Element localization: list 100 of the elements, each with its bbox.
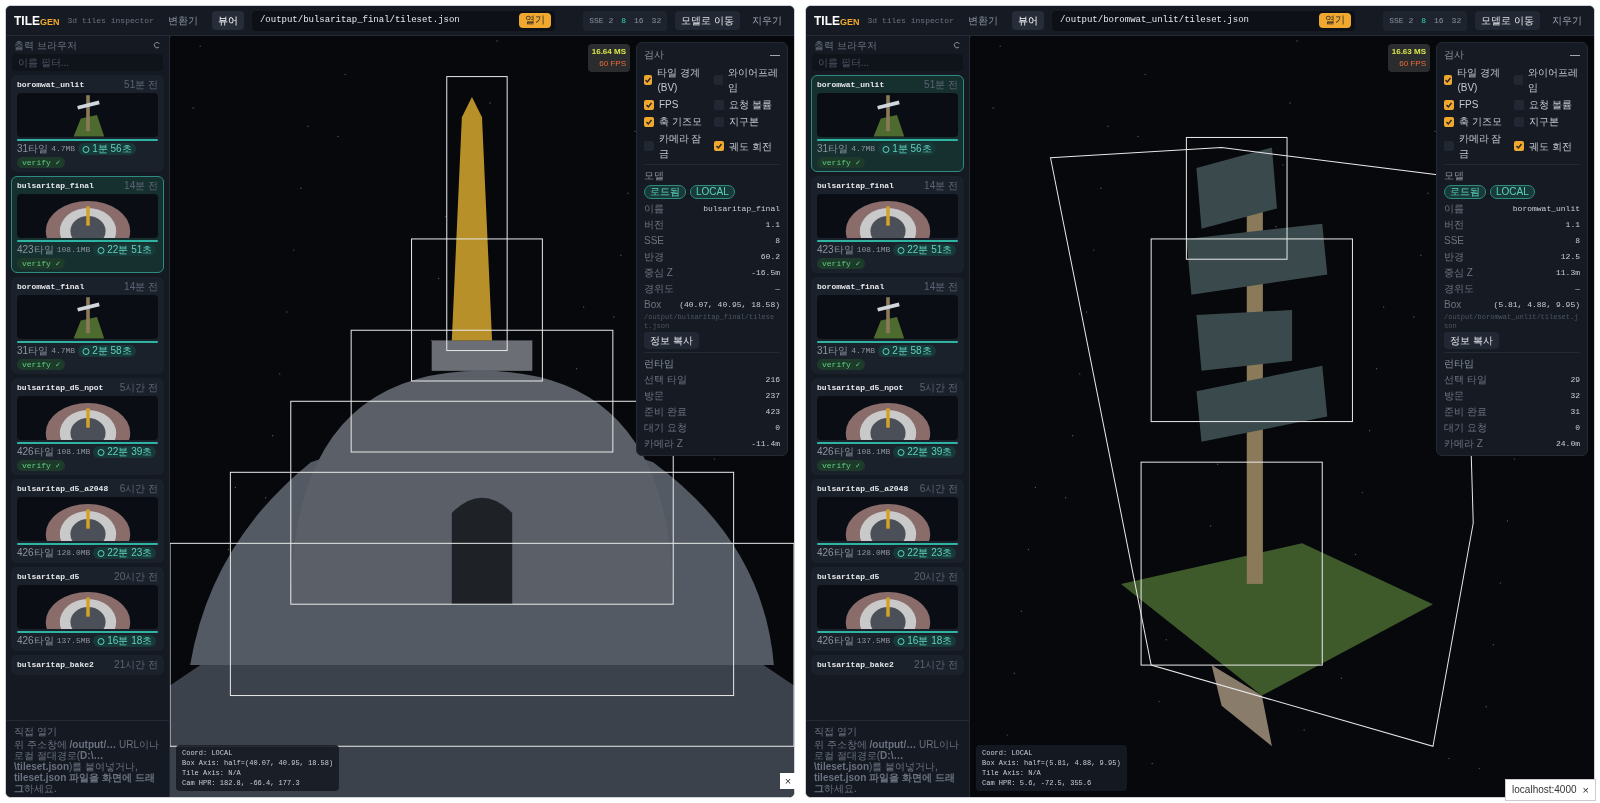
field-label: 선택 타일	[1444, 373, 1487, 387]
verify-badge: verify ✓	[17, 258, 66, 269]
output-card[interactable]: boromwat_final 14분 전 31타일 4.7MB 2분 58초 verify ✓	[11, 277, 164, 374]
option-checkbox[interactable]: 와이어프레임	[714, 65, 780, 95]
nav-tab[interactable]: 변환기	[961, 11, 1004, 30]
output-card[interactable]: bulsaritap_final 14분 전 423타일 108.1MB 22분 51초 verify ✓	[811, 176, 964, 273]
field-label: 대기 요청	[644, 421, 687, 435]
option-checkbox[interactable]: 카메라 잠금	[644, 131, 710, 161]
option-checkbox[interactable]: 지구본	[714, 114, 780, 129]
section-title: 직접 열기	[14, 725, 58, 739]
path-input[interactable]: /output/bulsaritap_final/tileset.json 열기	[251, 10, 556, 31]
output-card[interactable]: bulsaritap_final 14분 전 423타일 108.1MB 22분 51초 verify ✓	[11, 176, 164, 273]
option-checkbox[interactable]: 타일 경계(BV)	[1444, 65, 1510, 95]
close-button[interactable]: ×	[1582, 781, 1589, 798]
output-card[interactable]: boromwat_unlit 51분 전 31타일 4.7MB 1분 56초 verify ✓	[811, 75, 964, 172]
file-size: 137.5MB	[856, 635, 891, 647]
field-value: 237	[765, 389, 780, 402]
option-checkbox[interactable]: 궤도 회전	[1514, 131, 1580, 161]
option-checkbox[interactable]: FPS	[1444, 97, 1510, 112]
section-title: 모델	[644, 169, 665, 183]
output-card[interactable]: bulsaritap_bake2 21시간 전	[811, 655, 964, 675]
option-checkbox[interactable]: 와이어프레임	[1514, 65, 1580, 95]
output-age: 5시간 전	[919, 382, 958, 394]
close-button[interactable]: ×	[780, 773, 796, 789]
file-size: 128.0MB	[56, 547, 91, 559]
copy-info-button[interactable]: 정보 복사	[1444, 332, 1499, 349]
open-button[interactable]: 열기	[519, 13, 552, 28]
output-card[interactable]: bulsaritap_d5_a2048 6시간 전 426타일 128.0MB 22분 23초	[811, 479, 964, 563]
status-badge: 로드됨	[1444, 185, 1486, 199]
refresh-icon[interactable]	[153, 41, 161, 49]
option-checkbox[interactable]: 카메라 잠금	[1444, 131, 1510, 161]
file-size: 128.0MB	[856, 547, 891, 559]
output-card[interactable]: boromwat_final 14분 전 31타일 4.7MB 2분 58초 verify ✓	[811, 277, 964, 374]
file-size: 4.7MB	[51, 345, 76, 357]
file-size: 108.1MB	[856, 446, 891, 458]
collapse-button[interactable]: —	[770, 47, 780, 62]
collapse-button[interactable]: —	[1570, 47, 1580, 62]
copy-info-button[interactable]: 정보 복사	[644, 332, 699, 349]
filter-input[interactable]: 이름 필터...	[12, 54, 163, 71]
option-checkbox[interactable]: 궤도 회전	[714, 131, 780, 161]
field-value: bulsaritap_final	[703, 202, 780, 215]
duration-badge: 22분 39초	[93, 446, 157, 458]
output-card[interactable]: bulsaritap_d5 20시간 전 426타일 137.5MB 16분 18초	[811, 567, 964, 651]
field-label: 준비 완료	[644, 405, 687, 419]
duration-badge: 1분 56초	[878, 143, 936, 155]
output-name: boromwat_final	[17, 281, 85, 293]
output-card[interactable]: bulsaritap_bake2 21시간 전	[11, 655, 164, 675]
output-name: bulsaritap_bake2	[817, 659, 894, 671]
refresh-icon[interactable]	[953, 41, 961, 49]
output-card[interactable]: bulsaritap_d5 20시간 전 426타일 137.5MB 16분 18초	[11, 567, 164, 651]
duration-badge: 22분 23초	[893, 547, 957, 559]
field-label: 경위도	[644, 282, 674, 296]
sse-option[interactable]: 8	[1421, 14, 1426, 27]
clear-button[interactable]: 지우기	[1548, 13, 1586, 28]
field-value: 29	[1570, 373, 1580, 386]
field-label: Box	[1444, 298, 1462, 312]
field-value: 216	[765, 373, 780, 386]
nav-tab[interactable]: 변환기	[161, 11, 204, 30]
field-label: 방문	[1444, 389, 1464, 403]
field-label: SSE	[644, 234, 664, 248]
option-checkbox[interactable]: 지구본	[1514, 114, 1580, 129]
nav-tab[interactable]: 뷰어	[211, 11, 244, 30]
file-size: 4.7MB	[851, 143, 876, 155]
goto-model-button[interactable]: 모델로 이동	[675, 11, 740, 30]
sse-option[interactable]: 8	[621, 14, 626, 27]
option-checkbox[interactable]: 축 기즈모	[1444, 114, 1510, 129]
output-age: 6시간 전	[919, 483, 958, 495]
output-card[interactable]: boromwat_unlit 51분 전 31타일 4.7MB 1분 56초 verify ✓	[11, 75, 164, 172]
open-button[interactable]: 열기	[1319, 13, 1352, 28]
sse-option[interactable]: 16	[634, 14, 644, 27]
output-card[interactable]: bulsaritap_d5_npot 5시간 전 426타일 108.1MB 22분 39초 verify ✓	[811, 378, 964, 475]
tile-count: 31타일	[817, 345, 849, 357]
status-badge: LOCAL	[1490, 185, 1535, 199]
output-age: 14분 전	[924, 180, 958, 192]
field-value: —	[1575, 282, 1580, 295]
path-input[interactable]: /output/boromwat_unlit/tileset.json 열기	[1051, 10, 1356, 31]
brand-logo: TILEGEN	[14, 12, 60, 30]
url-tooltip: localhost:4000 ×	[1505, 778, 1596, 801]
output-card[interactable]: bulsaritap_d5_a2048 6시간 전 426타일 128.0MB 22분 23초	[11, 479, 164, 563]
file-size: 4.7MB	[51, 143, 76, 155]
field-label: 방문	[644, 389, 664, 403]
option-checkbox[interactable]: FPS	[644, 97, 710, 112]
option-checkbox[interactable]: 타일 경계(BV)	[644, 65, 710, 95]
option-checkbox[interactable]: 축 기즈모	[644, 114, 710, 129]
goto-model-button[interactable]: 모델로 이동	[1475, 11, 1540, 30]
tile-count: 426타일	[817, 635, 854, 647]
section-title: 런타임	[1444, 357, 1475, 371]
sse-option[interactable]: 32	[1451, 14, 1462, 27]
clear-button[interactable]: 지우기	[748, 13, 786, 28]
nav-tab[interactable]: 뷰어	[1011, 11, 1044, 30]
output-card[interactable]: bulsaritap_d5_npot 5시간 전 426타일 108.1MB 22분 39초 verify ✓	[11, 378, 164, 475]
option-checkbox[interactable]: 요청 볼륨	[714, 97, 780, 112]
sse-option[interactable]: 32	[651, 14, 662, 27]
field-value: 8	[1575, 234, 1580, 247]
sse-option[interactable]: 16	[1434, 14, 1444, 27]
option-checkbox[interactable]: 요청 볼륨	[1514, 97, 1580, 112]
field-label: 반경	[1444, 250, 1464, 264]
filter-input[interactable]: 이름 필터...	[812, 54, 963, 71]
fps-badge: 16.64 MS 60 FPS	[587, 44, 630, 72]
help-text: 위 주소창에 /output/… URL이나 로컬 절대경로(D:\…\tileset.json)를 붙여넣거나, tileset.json 파일을 화면에 드래그하세요.	[814, 739, 960, 794]
